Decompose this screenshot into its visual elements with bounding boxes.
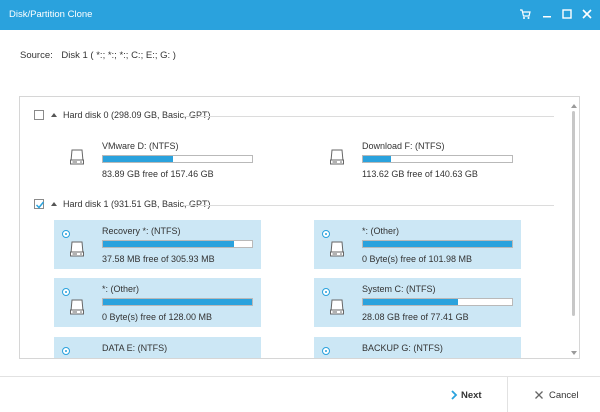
cancel-label: Cancel [549, 390, 579, 401]
title-bar: Disk/Partition Clone [0, 0, 600, 30]
disk-header-0: Hard disk 0 (298.09 GB, Basic, GPT) [34, 109, 554, 123]
footer: Next Cancel [0, 376, 600, 412]
partition-free: 83.89 GB free of 157.46 GB [102, 169, 214, 179]
divider [184, 116, 554, 117]
partition-name: DATA E: (NTFS) [102, 343, 168, 353]
radio-icon[interactable] [62, 230, 70, 238]
radio-icon[interactable] [322, 288, 330, 296]
source-label: Source: [20, 50, 53, 61]
usage-fill [363, 241, 512, 247]
disk-list-panel: Hard disk 0 (298.09 GB, Basic, GPT) VMwa… [19, 96, 580, 359]
usage-bar [362, 298, 513, 306]
source-line: Source: Disk 1 ( *:; *:; *:; C:; E:; G: … [20, 50, 176, 61]
partition-name: System C: (NTFS) [362, 284, 436, 294]
partition-free: 28.08 GB free of 77.41 GB [362, 312, 469, 322]
partition-free: 113.62 GB free of 140.63 GB [362, 169, 478, 179]
checkmark-icon [35, 201, 45, 209]
disk-header-1: Hard disk 1 (931.51 GB, Basic, GPT) [34, 198, 554, 212]
partition-tile[interactable]: DATA E: (NTFS) [54, 337, 261, 358]
partition-name: VMware D: (NTFS) [102, 141, 179, 151]
close-icon [534, 390, 544, 402]
partition-tile[interactable]: Recovery *: (NTFS) 37.58 MB free of 305.… [54, 220, 261, 269]
partition-name: Download F: (NTFS) [362, 141, 445, 151]
partition-free: 0 Byte(s) free of 128.00 MB [102, 312, 213, 322]
partition-name: BACKUP G: (NTFS) [362, 343, 443, 353]
hard-drive-icon [68, 298, 86, 316]
usage-bar [362, 240, 513, 248]
hard-drive-icon [328, 240, 346, 258]
partition-tile[interactable]: VMware D: (NTFS) 83.89 GB free of 157.46… [54, 135, 261, 184]
usage-fill [363, 156, 392, 162]
partition-tile[interactable]: Download F: (NTFS) 113.62 GB free of 140… [314, 135, 521, 184]
partition-name: *: (Other) [102, 284, 140, 294]
hard-drive-icon [328, 148, 346, 166]
cart-icon[interactable] [517, 6, 533, 22]
usage-fill [363, 299, 459, 305]
usage-fill [103, 241, 235, 247]
disk-1-checkbox[interactable] [34, 199, 45, 209]
maximize-icon[interactable] [559, 6, 575, 22]
minimize-icon[interactable] [539, 6, 555, 22]
partition-free: 0 Byte(s) free of 101.98 MB [362, 254, 473, 264]
window-title: Disk/Partition Clone [9, 9, 93, 20]
partition-name: Recovery *: (NTFS) [102, 226, 181, 236]
chevron-right-icon [450, 390, 458, 402]
usage-fill [103, 299, 252, 305]
scroll-down-icon[interactable] [571, 348, 577, 355]
divider [184, 205, 554, 206]
collapse-triangle-icon[interactable] [51, 113, 57, 117]
hard-drive-icon [68, 240, 86, 258]
close-icon[interactable] [579, 6, 595, 22]
disk-1-label: Hard disk 1 (931.51 GB, Basic, GPT) [63, 199, 217, 209]
usage-bar [102, 155, 253, 163]
next-label: Next [461, 390, 482, 401]
partition-free: 37.58 MB free of 305.93 MB [102, 254, 215, 264]
next-button[interactable]: Next [441, 377, 508, 412]
scroll-thumb[interactable] [572, 111, 575, 316]
scroll-up-icon[interactable] [571, 101, 577, 108]
partition-tile[interactable]: System C: (NTFS) 28.08 GB free of 77.41 … [314, 278, 521, 327]
usage-fill [103, 156, 174, 162]
cancel-button[interactable]: Cancel [512, 377, 592, 412]
disk-0-checkbox[interactable] [34, 110, 44, 120]
hard-drive-icon [68, 148, 86, 166]
radio-icon[interactable] [322, 230, 330, 238]
partition-name: *: (Other) [362, 226, 400, 236]
partition-tile[interactable]: *: (Other) 0 Byte(s) free of 101.98 MB [314, 220, 521, 269]
usage-bar [362, 155, 513, 163]
usage-bar [102, 240, 253, 248]
disk-0-label: Hard disk 0 (298.09 GB, Basic, GPT) [63, 110, 217, 120]
partition-tile[interactable]: BACKUP G: (NTFS) [314, 337, 521, 358]
radio-icon[interactable] [62, 347, 70, 355]
collapse-triangle-icon[interactable] [51, 202, 57, 206]
hard-drive-icon [328, 298, 346, 316]
usage-bar [102, 298, 253, 306]
radio-icon[interactable] [62, 288, 70, 296]
vertical-scrollbar[interactable] [570, 98, 578, 357]
radio-icon[interactable] [322, 347, 330, 355]
source-value: Disk 1 ( *:; *:; *:; C:; E:; G: ) [61, 50, 176, 61]
partition-tile[interactable]: *: (Other) 0 Byte(s) free of 128.00 MB [54, 278, 261, 327]
